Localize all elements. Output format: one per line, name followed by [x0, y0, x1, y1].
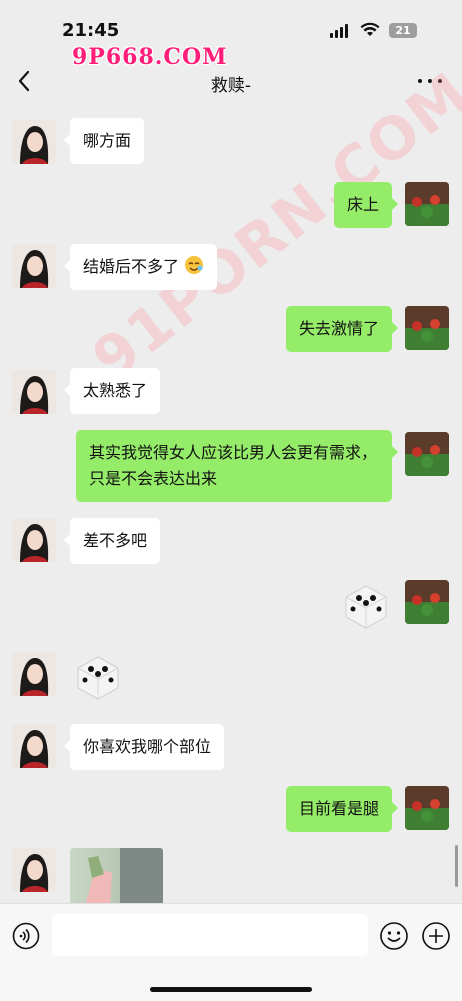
- avatar[interactable]: [405, 580, 449, 624]
- chat-title: 救赎-: [210, 76, 252, 96]
- message-bubble[interactable]: 失去激情了: [285, 306, 399, 352]
- message-bubble[interactable]: 床上: [333, 182, 399, 228]
- avatar[interactable]: [12, 518, 56, 562]
- image-message[interactable]: [70, 848, 163, 906]
- avatar[interactable]: [405, 786, 449, 830]
- emoji-face-icon: [185, 256, 204, 274]
- cellular-signal-icon: [330, 24, 348, 38]
- message-text: 你喜欢我哪个部位: [83, 737, 212, 756]
- message-bubble[interactable]: 目前看是腿: [285, 786, 399, 832]
- message-bubble[interactable]: 结婚后不多了: [63, 244, 218, 290]
- battery-level: 21: [395, 24, 411, 37]
- chat-header: 救赎-: [0, 60, 462, 104]
- wifi-icon: [360, 22, 380, 36]
- message-text: 结婚后不多了: [83, 257, 180, 276]
- emoji-icon[interactable]: [379, 921, 409, 951]
- plus-icon[interactable]: [421, 921, 451, 951]
- message-text: 目前看是腿: [298, 799, 379, 818]
- avatar[interactable]: [12, 370, 56, 414]
- avatar[interactable]: [12, 848, 56, 892]
- avatar[interactable]: [405, 306, 449, 350]
- message-bubble[interactable]: 太熟悉了: [63, 368, 161, 414]
- voice-input-icon[interactable]: [12, 922, 40, 950]
- status-bar: 21:45 21: [0, 0, 462, 48]
- avatar[interactable]: [405, 432, 449, 476]
- message-text: 太熟悉了: [83, 381, 148, 400]
- scrollbar[interactable]: [455, 845, 458, 887]
- avatar[interactable]: [405, 182, 449, 226]
- avatar[interactable]: [12, 244, 56, 288]
- home-indicator[interactable]: [150, 987, 312, 992]
- status-time: 21:45: [62, 20, 120, 41]
- avatar[interactable]: [12, 724, 56, 768]
- message-text: 其实我觉得女人应该比男人会更有需求，只是不会表达出来: [89, 443, 378, 488]
- message-text: 失去激情了: [298, 319, 379, 338]
- dice-icon[interactable]: [74, 654, 122, 702]
- battery-icon: 21: [389, 23, 417, 38]
- message-input[interactable]: [52, 914, 368, 956]
- message-text: 哪方面: [83, 131, 132, 150]
- input-bar: [0, 903, 462, 1001]
- dice-icon[interactable]: [342, 583, 390, 631]
- message-bubble[interactable]: 差不多吧: [63, 518, 161, 564]
- message-bubble[interactable]: 哪方面: [63, 118, 145, 164]
- message-text: 床上: [346, 195, 379, 214]
- avatar[interactable]: [12, 652, 56, 696]
- avatar[interactable]: [12, 120, 56, 164]
- more-options-icon[interactable]: [414, 70, 446, 92]
- message-bubble[interactable]: 其实我觉得女人应该比男人会更有需求，只是不会表达出来: [76, 430, 398, 502]
- message-text: 差不多吧: [83, 531, 148, 550]
- message-bubble[interactable]: 你喜欢我哪个部位: [63, 724, 225, 770]
